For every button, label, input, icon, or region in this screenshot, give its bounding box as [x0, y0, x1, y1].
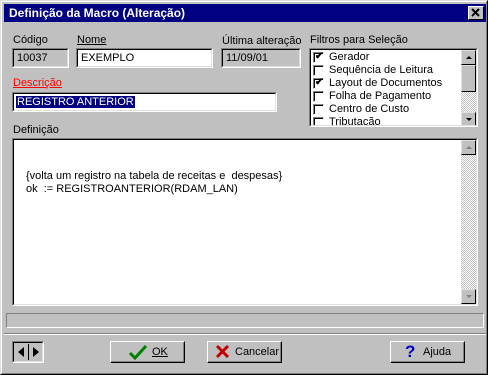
scroll-up-icon — [466, 56, 472, 59]
nav-left-button[interactable] — [15, 344, 28, 360]
descricao-value: REGISTRO ANTERIOR — [16, 96, 135, 108]
descricao-label: Descrição — [13, 77, 62, 89]
scroll-up-button[interactable] — [461, 140, 476, 155]
filter-checkbox[interactable] — [313, 91, 324, 102]
ultima-alteracao-value: 11/09/01 — [226, 52, 269, 64]
codigo-value: 10037 — [17, 52, 48, 64]
definicao-label: Definição — [13, 124, 59, 136]
status-bar — [6, 313, 484, 328]
filter-item-sequencia[interactable]: Sequência de Leitura — [313, 64, 461, 77]
filter-checkbox[interactable]: ✔ — [313, 77, 324, 89]
filter-checkbox[interactable] — [313, 117, 324, 125]
scroll-down-button[interactable] — [461, 289, 476, 304]
filter-item-label: Folha de Pagamento — [329, 90, 432, 102]
definicao-line: {volta um registro na tabela de receitas… — [26, 170, 283, 182]
scroll-thumb[interactable] — [461, 65, 476, 92]
filter-item-gerador[interactable]: ✔ Gerador — [313, 51, 461, 64]
ultima-alteracao-field: 11/09/01 — [221, 48, 301, 68]
window-title: Definição da Macro (Alteração) — [9, 6, 186, 20]
filter-item-label: Centro de Custo — [329, 103, 410, 115]
dialog-window: Definição da Macro (Alteração) Código 10… — [0, 0, 488, 375]
bottom-divider — [4, 333, 486, 335]
close-button[interactable] — [468, 6, 484, 20]
nome-field[interactable]: EXEMPLO — [76, 48, 213, 68]
codigo-label: Código — [13, 34, 48, 46]
filter-item-centro[interactable]: Centro de Custo — [313, 103, 461, 116]
scroll-down-icon — [466, 295, 472, 298]
filter-checkbox[interactable]: ✔ — [313, 51, 324, 63]
filter-item-label: Gerador — [329, 51, 370, 63]
filter-item-label: Layout de Documentos — [329, 77, 443, 89]
help-label: Ajuda — [423, 346, 452, 358]
definicao-text: {volta um registro na tabela de receitas… — [26, 170, 282, 196]
filter-item-layout[interactable]: ✔ Layout de Documentos — [313, 77, 461, 90]
ok-button[interactable]: OK — [110, 341, 185, 363]
codigo-field: 10037 — [12, 48, 69, 68]
question-icon: ? — [405, 342, 416, 361]
check-icon: ✔ — [315, 51, 324, 62]
ok-label: OK — [152, 346, 168, 358]
filter-checkbox[interactable] — [313, 65, 324, 76]
scroll-down-icon — [466, 118, 472, 121]
filtros-scrollbar[interactable] — [461, 50, 476, 125]
nav-right-icon — [33, 347, 39, 357]
filter-item-tributacao[interactable]: Tributação — [313, 116, 461, 126]
nav-group — [12, 341, 44, 363]
filtros-label: Filtros para Seleção — [310, 34, 408, 46]
ok-label-text: OK — [152, 346, 168, 358]
check-icon: ✔ — [315, 77, 324, 88]
definicao-scrollbar[interactable] — [461, 140, 476, 304]
filtros-list[interactable]: ✔ Gerador Sequência de Leitura ✔ Layout … — [309, 48, 478, 127]
x-icon — [215, 344, 230, 359]
descricao-field[interactable]: REGISTRO ANTERIOR — [12, 92, 277, 112]
filter-item-folha[interactable]: Folha de Pagamento — [313, 90, 461, 103]
definicao-line: ok := REGISTROANTERIOR(RDAM_LAN) — [26, 183, 238, 195]
ultima-alteracao-label: Última alteração — [222, 35, 302, 47]
nav-right-button[interactable] — [29, 344, 42, 360]
filter-item-label: Sequência de Leitura — [329, 64, 433, 76]
help-button[interactable]: ? Ajuda — [390, 341, 465, 363]
close-icon — [471, 8, 480, 17]
definicao-editor[interactable]: {volta um registro na tabela de receitas… — [12, 138, 478, 306]
cancel-label: Cancelar — [235, 346, 280, 358]
scroll-up-icon — [466, 146, 472, 149]
title-bar[interactable]: Definição da Macro (Alteração) — [4, 4, 486, 22]
cancel-button[interactable]: Cancelar — [207, 341, 282, 363]
check-icon — [128, 344, 148, 360]
filter-item-label: Tributação — [329, 116, 381, 126]
filter-checkbox[interactable] — [313, 104, 324, 115]
nome-value: EXEMPLO — [81, 52, 135, 64]
nome-label: Nome — [77, 34, 107, 46]
scroll-down-button[interactable] — [461, 112, 476, 125]
nav-left-icon — [18, 347, 24, 357]
scroll-up-button[interactable] — [461, 50, 476, 65]
